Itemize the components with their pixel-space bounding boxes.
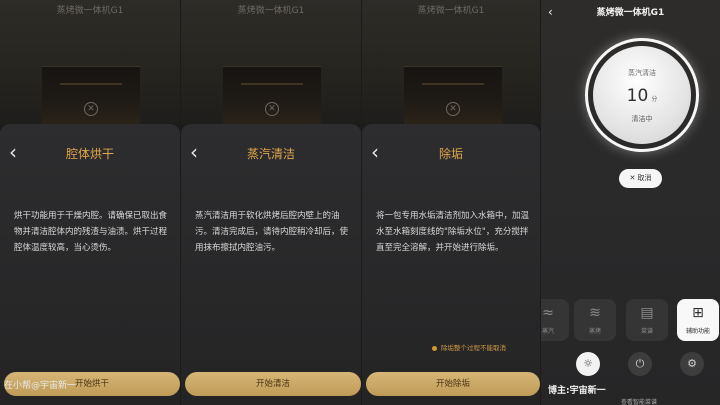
tile-steam-bake[interactable]: ≋ 蒸烤 (574, 299, 616, 341)
function-description: 将一包专用水垢清洁剂加入水箱中，加温水至水箱刻度线的"除垢水位"，充分搅拌直至完… (376, 211, 530, 253)
cancel-button[interactable]: ✕ 取消 (619, 169, 662, 188)
power-button[interactable]: ⏻ (628, 352, 652, 376)
oven-image: ✕ (223, 66, 321, 128)
tile-recipes[interactable]: ▤ 菜谱 (626, 299, 668, 341)
hint-text: 除垢整个过程不能取消 (441, 344, 506, 352)
start-descale-button[interactable]: 开始除垢 (366, 372, 540, 396)
tile-steam[interactable]: ≈ 蒸汽 (541, 299, 569, 341)
device-title: 蒸烤微一体机G1 (417, 6, 485, 16)
dial-mode: 蒸汽清洁 (628, 69, 656, 77)
function-description: 蒸汽清洁用于软化烘烤后腔内壁上的油污。清洁完成后，请待内腔稍冷却后，使用抹布擦拭… (195, 211, 349, 253)
function-sheet: ‹ 蒸汽清洁 蒸汽清洁用于软化烘烤后腔内壁上的油污。清洁完成后，请待内腔稍冷却后… (181, 124, 361, 405)
device-title: 蒸烤微一体机G1 (237, 6, 305, 16)
watermark: 在小帮@宇宙新一 (4, 381, 77, 391)
sheet-title: 除垢 (438, 147, 463, 161)
sheet-title: 腔体烘干 (65, 147, 114, 161)
oven-image: ✕ (404, 66, 502, 128)
waves-icon: ≋ (589, 305, 601, 321)
recipe-icon: ▤ (640, 305, 654, 321)
device-control-panel: ‹ 蒸烤微一体机G1 蒸汽清洁 10 分 清洁中 ✕ 取消 ≈ 蒸汽 ≋ 蒸烤 ▤… (541, 0, 720, 405)
close-circle-icon: ✕ (446, 102, 460, 116)
descale-panel: 蒸烤微一体机G1 ✕ ‹ 除垢 将一包专用水垢清洁剂加入水箱中，加温水至水箱刻度… (362, 0, 540, 405)
oven-image: ✕ (42, 66, 140, 128)
tile-label: 辅助功能 (685, 328, 710, 335)
steam-icon: ≈ (542, 305, 554, 321)
tile-label: 蒸汽 (541, 328, 554, 335)
power-icon: ⏻ (635, 357, 645, 370)
tile-label: 菜谱 (640, 328, 653, 335)
dial-status: 清洁中 (631, 115, 653, 123)
light-icon: ☼ (583, 357, 593, 370)
close-circle-icon: ✕ (265, 102, 279, 116)
function-sheet: ‹ 腔体烘干 烘干功能用于干燥内腔。请确保已取出食物并清洁腔体内的残渣与油渍。烘… (0, 124, 180, 405)
settings-button[interactable]: ⚙ (680, 352, 704, 376)
tile-label: 蒸烤 (588, 328, 601, 335)
bottom-label[interactable]: 查看智能菜谱 (621, 397, 657, 405)
oven-preview: 蒸烤微一体机G1 ✕ (0, 0, 180, 128)
page-title: 蒸烤微一体机G1 (596, 8, 665, 18)
dial-time: 10 分 (593, 86, 691, 106)
oven-preview: 蒸烤微一体机G1 ✕ (362, 0, 540, 128)
drying-panel: 蒸烤微一体机G1 ✕ ‹ 腔体烘干 烘干功能用于干燥内腔。请确保已取出食物并清洁… (0, 0, 180, 405)
steam-clean-panel: 蒸烤微一体机G1 ✕ ‹ 蒸汽清洁 蒸汽清洁用于软化烘烤后腔内壁上的油污。清洁完… (181, 0, 361, 405)
device-title: 蒸烤微一体机G1 (56, 6, 124, 16)
function-sheet: ‹ 除垢 将一包专用水垢清洁剂加入水箱中，加温水至水箱刻度线的"除垢水位"，充分… (362, 124, 540, 405)
gear-icon: ⚙ (687, 357, 697, 370)
sheet-title: 蒸汽清洁 (246, 147, 295, 161)
function-description: 烘干功能用于干燥内腔。请确保已取出食物并清洁腔体内的残渣与油渍。烘干过程腔体温度… (14, 211, 168, 253)
dial-unit: 分 (651, 96, 658, 103)
timer-dial: 蒸汽清洁 10 分 清洁中 (593, 46, 691, 144)
dial-value: 10 (626, 86, 649, 106)
warning-dot-icon (432, 345, 437, 351)
watermark: 博主:宇宙新一 (548, 386, 606, 396)
tile-auxiliary[interactable]: ⊞ 辅助功能 (677, 299, 719, 341)
close-circle-icon: ✕ (84, 102, 98, 116)
start-cleaning-button[interactable]: 开始清洁 (185, 372, 361, 396)
descale-hint: 除垢整个过程不能取消 (432, 342, 506, 352)
oven-preview: 蒸烤微一体机G1 ✕ (181, 0, 361, 128)
light-button[interactable]: ☼ (576, 352, 600, 376)
grid-plus-icon: ⊞ (692, 305, 704, 321)
